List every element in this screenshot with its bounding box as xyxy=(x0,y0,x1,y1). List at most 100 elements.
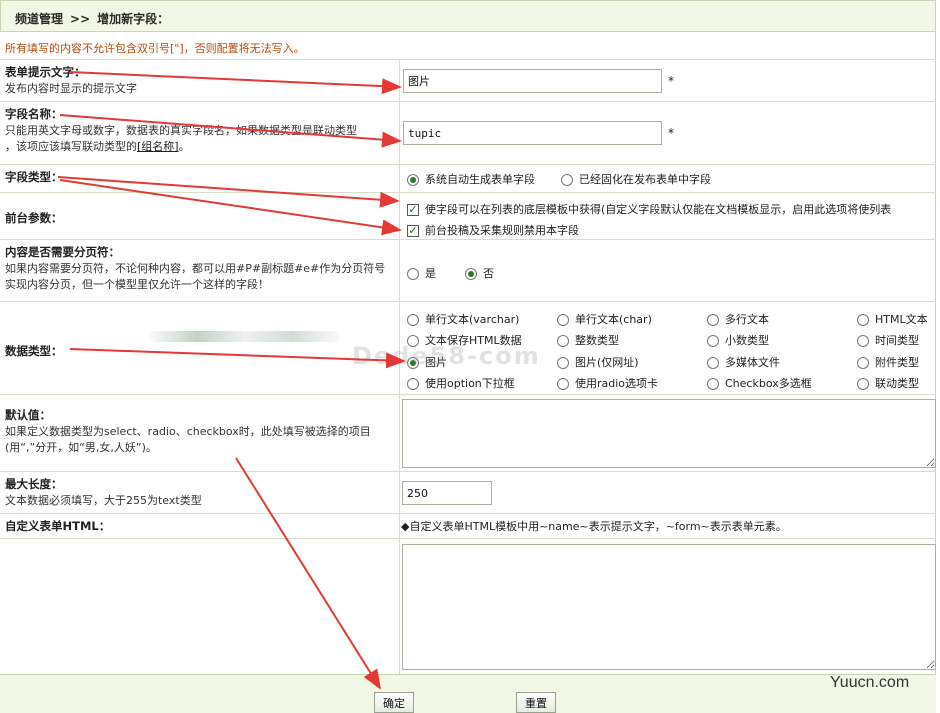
data-type-option-label: 使用radio选项卡 xyxy=(575,377,659,390)
checkbox-checked-icon[interactable]: ✓ xyxy=(407,204,419,216)
data-type-title: 数据类型： xyxy=(5,344,63,358)
blurred-text xyxy=(150,331,340,342)
max-length-input[interactable] xyxy=(402,481,492,505)
data-type-option[interactable]: 单行文本(char) xyxy=(557,311,652,327)
field-name-input[interactable] xyxy=(403,121,662,145)
radio-icon[interactable] xyxy=(557,378,569,390)
radio-icon[interactable] xyxy=(557,335,569,347)
paging-no-label: 否 xyxy=(483,267,494,280)
form-label-title: 表单提示文字： xyxy=(5,65,86,79)
data-type-option-label: Checkbox多选框 xyxy=(725,377,812,390)
max-length-desc: 文本数据必须填写，大于255为text类型 xyxy=(5,494,202,507)
data-type-option[interactable]: HTML文本 xyxy=(857,311,928,327)
front-params-title: 前台参数： xyxy=(5,211,63,225)
group-name-link[interactable]: [组名称] xyxy=(137,140,179,153)
data-type-option[interactable]: 时间类型 xyxy=(857,332,919,348)
radio-icon[interactable] xyxy=(707,357,719,369)
reset-button[interactable]: 重置 xyxy=(516,692,556,713)
max-length-cell: 最大长度： 文本数据必须填写，大于255为text类型 xyxy=(0,472,400,513)
radio-selected-icon[interactable] xyxy=(407,174,419,186)
default-value-desc1: 如果定义数据类型为select、radio、checkbox时，此处填写被选择的… xyxy=(5,425,371,438)
data-type-option[interactable]: Checkbox多选框 xyxy=(707,375,812,391)
breadcrumb-section[interactable]: 频道管理 xyxy=(15,12,63,26)
data-type-option-label: 整数类型 xyxy=(575,334,619,347)
data-type-option[interactable]: 使用radio选项卡 xyxy=(557,375,658,391)
data-type-option[interactable]: 使用option下拉框 xyxy=(407,375,515,391)
field-name-desc3: 。 xyxy=(178,140,190,153)
data-type-option-label: 多行文本 xyxy=(725,313,769,326)
checkbox-checked-icon[interactable]: ✓ xyxy=(407,225,419,237)
paging-yes-label: 是 xyxy=(425,267,436,280)
radio-icon[interactable] xyxy=(407,314,419,326)
notice-text: 所有填写的内容不允许包含双引号["]，否则配置将无法写入。 xyxy=(0,32,936,60)
breadcrumb-separator: >> xyxy=(70,12,91,26)
disable-front-check[interactable]: ✓ 前台投稿及采集规则禁用本字段 xyxy=(407,222,579,238)
field-kind-auto-label: 系统自动生成表单字段 xyxy=(425,173,535,186)
radio-icon[interactable] xyxy=(557,357,569,369)
data-type-option[interactable]: 多行文本 xyxy=(707,311,769,327)
default-value-textarea[interactable] xyxy=(402,399,936,468)
field-kind-fixed-option[interactable]: 已经固化在发布表单中字段 xyxy=(561,171,711,187)
default-value-cell: 默认值： 如果定义数据类型为select、radio、checkbox时，此处填… xyxy=(0,395,400,471)
data-type-option-label: 单行文本(char) xyxy=(575,313,652,326)
field-kind-auto-option[interactable]: 系统自动生成表单字段 xyxy=(407,171,535,187)
data-type-option-label: 单行文本(varchar) xyxy=(425,313,520,326)
data-type-option-label: 时间类型 xyxy=(875,334,919,347)
radio-icon[interactable] xyxy=(857,378,869,390)
paging-no-option[interactable]: 否 xyxy=(465,265,494,281)
submit-button[interactable]: 确定 xyxy=(374,692,414,713)
data-type-option[interactable]: 多媒体文件 xyxy=(707,354,780,370)
data-type-option-label: 多媒体文件 xyxy=(725,356,780,369)
radio-icon[interactable] xyxy=(707,335,719,347)
list-template-check-label: 使字段可以在列表的底层模板中获得(自定义字段默认仅能在文档模板显示，启用此选项将… xyxy=(425,203,892,216)
form-footer xyxy=(0,674,936,713)
form-label-input[interactable] xyxy=(403,69,662,93)
data-type-cell: 数据类型： xyxy=(0,302,400,394)
breadcrumb: 频道管理 >> 增加新字段： xyxy=(0,0,936,32)
field-kind-cell: 字段类型： xyxy=(0,165,400,192)
data-type-option[interactable]: 图片(仅网址) xyxy=(557,354,639,370)
paging-title: 内容是否需要分页符： xyxy=(5,245,120,259)
radio-icon[interactable] xyxy=(407,378,419,390)
radio-icon[interactable] xyxy=(561,174,573,186)
required-star: * xyxy=(668,74,674,88)
disable-front-check-label: 前台投稿及采集规则禁用本字段 xyxy=(425,224,579,237)
required-star: * xyxy=(668,126,674,140)
data-type-option-label: 图片(仅网址) xyxy=(575,356,639,369)
radio-icon[interactable] xyxy=(857,357,869,369)
field-kind-fixed-label: 已经固化在发布表单中字段 xyxy=(579,173,711,186)
radio-selected-icon[interactable] xyxy=(465,268,477,280)
field-name-desc1: 只能用英文字母或数字，数据表的真实字段名，如果数据类型是联动类型 xyxy=(5,124,357,137)
max-length-title: 最大长度： xyxy=(5,477,63,491)
radio-icon[interactable] xyxy=(707,314,719,326)
radio-icon[interactable] xyxy=(557,314,569,326)
data-type-option[interactable]: 小数类型 xyxy=(707,332,769,348)
radio-icon[interactable] xyxy=(707,378,719,390)
radio-icon[interactable] xyxy=(857,314,869,326)
radio-icon[interactable] xyxy=(857,335,869,347)
field-name-title: 字段名称： xyxy=(5,107,63,121)
data-type-option-label: 使用option下拉框 xyxy=(425,377,515,390)
data-type-option[interactable]: 整数类型 xyxy=(557,332,619,348)
front-params-cell: 前台参数： xyxy=(0,193,400,239)
data-type-option[interactable]: 附件类型 xyxy=(857,354,919,370)
paging-cell: 内容是否需要分页符： 如果内容需要分页符，不论何种内容，都可以用#P#副标题#e… xyxy=(0,240,400,301)
field-name-desc2: ，该项应该填写联动类型的 xyxy=(5,140,137,153)
divider xyxy=(0,538,936,539)
default-value-desc2: (用“,”分开，如“男,女,人妖”)。 xyxy=(5,441,157,454)
radio-icon[interactable] xyxy=(407,268,419,280)
brand-watermark: Yuucn.com xyxy=(830,674,910,691)
custom-html-title: 自定义表单HTML： xyxy=(5,519,111,533)
form-label-cell: 表单提示文字： 发布内容时显示的提示文字 xyxy=(0,60,400,101)
default-value-title: 默认值： xyxy=(5,408,51,422)
breadcrumb-current: 增加新字段： xyxy=(97,12,170,26)
field-name-cell: 字段名称： 只能用英文字母或数字，数据表的真实字段名，如果数据类型是联动类型 ，该… xyxy=(0,102,400,164)
custom-html-hint: ◆自定义表单HTML模板中用~name~表示提示文字，~form~表示表单元素。 xyxy=(401,520,787,533)
form-label-desc: 发布内容时显示的提示文字 xyxy=(5,82,137,95)
data-type-option[interactable]: 联动类型 xyxy=(857,375,919,391)
paging-yes-option[interactable]: 是 xyxy=(407,265,436,281)
custom-html-textarea[interactable] xyxy=(402,544,936,670)
data-type-option[interactable]: 单行文本(varchar) xyxy=(407,311,519,327)
data-type-option-label: 小数类型 xyxy=(725,334,769,347)
list-template-check[interactable]: ✓ 使字段可以在列表的底层模板中获得(自定义字段默认仅能在文档模板显示，启用此选项… xyxy=(407,201,891,217)
